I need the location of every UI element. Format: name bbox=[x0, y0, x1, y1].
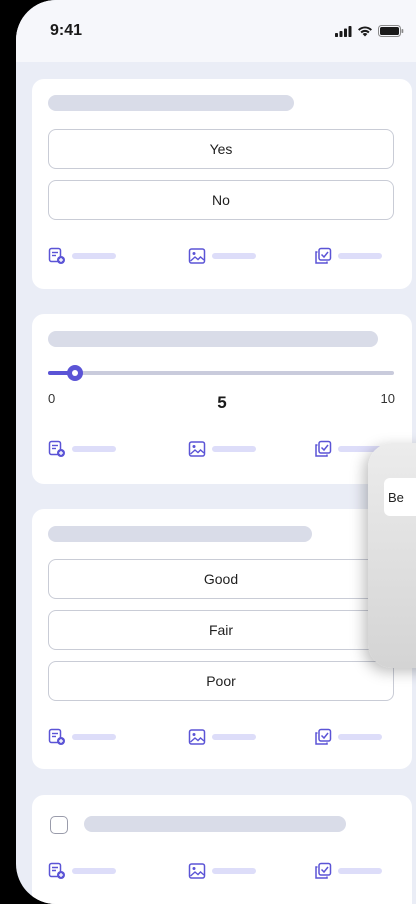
add-note-label-placeholder bbox=[72, 734, 116, 740]
status-bar: 9:41 bbox=[16, 0, 416, 62]
image-icon bbox=[188, 729, 206, 745]
copy-check-tool[interactable] bbox=[314, 861, 382, 881]
copy-check-icon bbox=[315, 247, 332, 264]
copy-check-tool[interactable] bbox=[314, 727, 382, 747]
add-note-icon bbox=[48, 728, 65, 745]
question-card-rating: Good Fair Poor bbox=[32, 509, 412, 769]
card-toolbar bbox=[48, 861, 394, 881]
add-note-tool[interactable] bbox=[48, 727, 116, 747]
copy-check-icon bbox=[315, 728, 332, 745]
floating-popover[interactable]: Be bbox=[368, 443, 416, 668]
image-tool[interactable] bbox=[188, 727, 256, 747]
add-note-icon bbox=[48, 247, 65, 264]
add-note-icon bbox=[48, 862, 65, 879]
image-tool[interactable] bbox=[188, 439, 256, 459]
question-card-slider: 0 5 10 bbox=[32, 314, 412, 484]
question-title-placeholder bbox=[48, 331, 378, 347]
card-toolbar bbox=[48, 439, 394, 459]
phone-screen: 9:41 Yes No 0 5 10 Good Fair Poor Be bbox=[16, 0, 416, 904]
option-poor-button[interactable]: Poor bbox=[48, 661, 394, 701]
slider-track[interactable] bbox=[48, 365, 394, 381]
add-note-label-placeholder bbox=[72, 446, 116, 452]
image-icon bbox=[188, 441, 206, 457]
add-note-tool[interactable] bbox=[48, 861, 116, 881]
question-checkbox[interactable] bbox=[50, 816, 68, 834]
image-icon bbox=[188, 863, 206, 879]
option-no-button[interactable]: No bbox=[48, 180, 394, 220]
option-fair-button[interactable]: Fair bbox=[48, 610, 394, 650]
copy-check-label-placeholder bbox=[338, 868, 382, 874]
copy-check-label-placeholder bbox=[338, 734, 382, 740]
image-label-placeholder bbox=[212, 446, 256, 452]
image-label-placeholder bbox=[212, 253, 256, 259]
question-card-checkbox bbox=[32, 795, 412, 904]
popover-chip[interactable]: Be bbox=[384, 478, 416, 516]
question-title-placeholder bbox=[48, 526, 312, 542]
add-note-icon bbox=[48, 440, 65, 457]
cellular-signal-icon bbox=[335, 25, 352, 37]
copy-check-label-placeholder bbox=[338, 253, 382, 259]
slider-value: 5 bbox=[217, 393, 227, 412]
add-note-tool[interactable] bbox=[48, 246, 116, 266]
status-icons bbox=[335, 25, 404, 37]
card-toolbar bbox=[48, 727, 394, 747]
image-label-placeholder bbox=[212, 734, 256, 740]
add-note-label-placeholder bbox=[72, 253, 116, 259]
option-good-button[interactable]: Good bbox=[48, 559, 394, 599]
image-tool[interactable] bbox=[188, 861, 256, 881]
card-toolbar bbox=[48, 246, 394, 266]
question-title-placeholder bbox=[84, 816, 346, 832]
status-time: 9:41 bbox=[50, 22, 83, 39]
copy-check-tool[interactable] bbox=[314, 246, 382, 266]
copy-check-icon bbox=[315, 862, 332, 879]
question-card-yes-no: Yes No bbox=[32, 79, 412, 289]
image-icon bbox=[188, 248, 206, 264]
copy-check-icon bbox=[315, 440, 332, 457]
image-tool[interactable] bbox=[188, 246, 256, 266]
wifi-icon bbox=[358, 26, 372, 37]
slider-max-label: 10 bbox=[380, 391, 395, 406]
question-title-placeholder bbox=[48, 95, 294, 111]
add-note-tool[interactable] bbox=[48, 439, 116, 459]
battery-icon bbox=[378, 25, 404, 37]
image-label-placeholder bbox=[212, 868, 256, 874]
slider-thumb[interactable] bbox=[67, 365, 83, 381]
add-note-label-placeholder bbox=[72, 868, 116, 874]
option-yes-button[interactable]: Yes bbox=[48, 129, 394, 169]
